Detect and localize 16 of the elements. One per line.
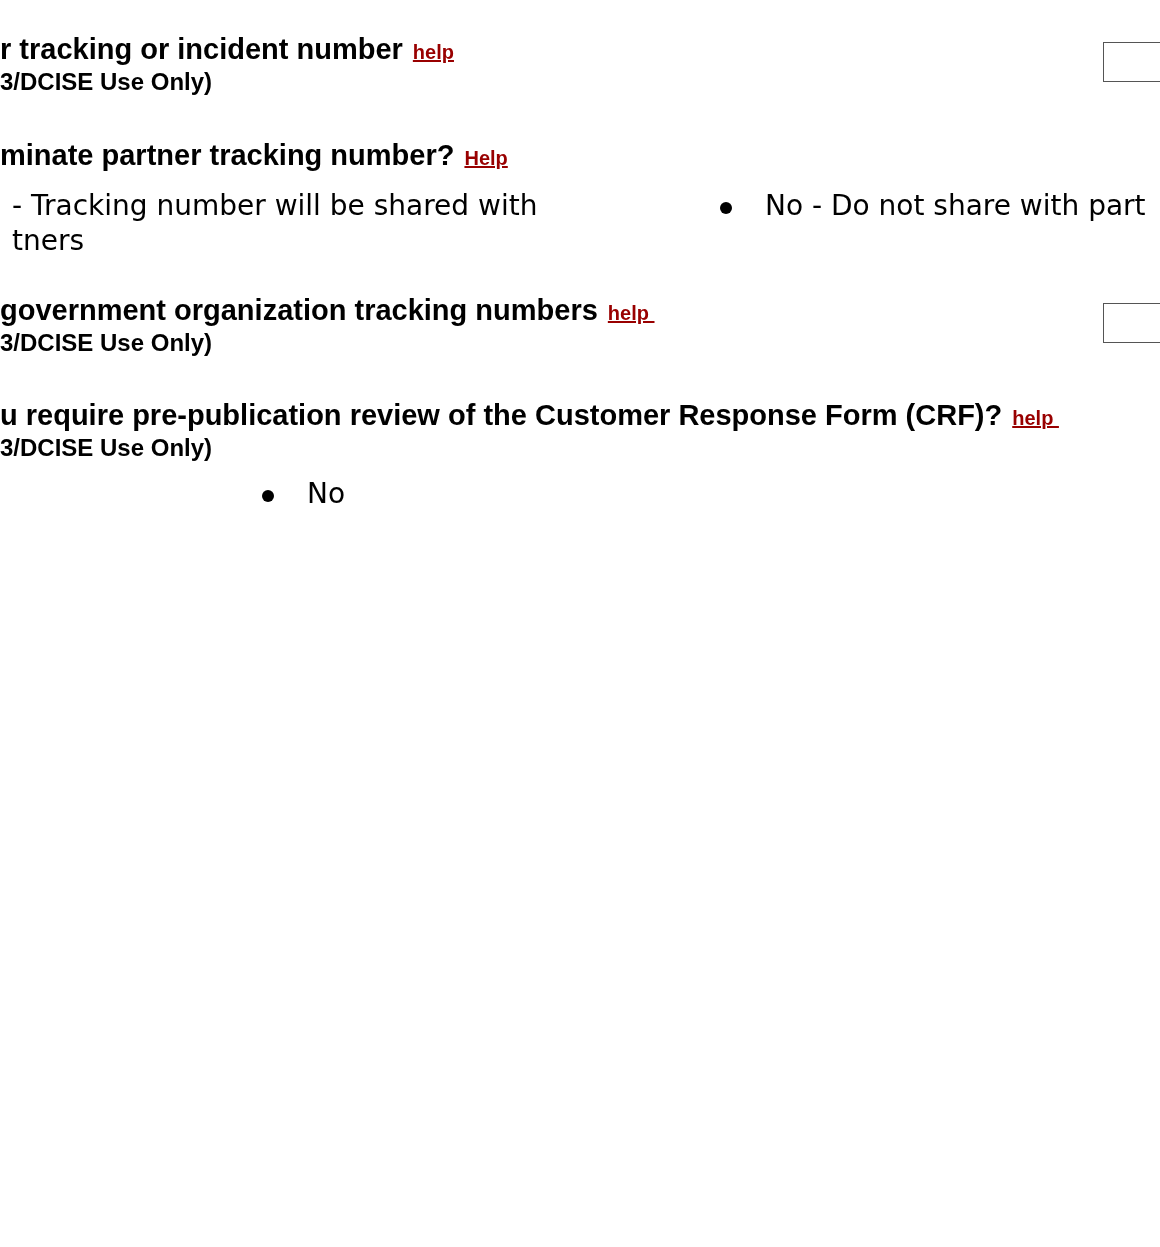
question-label: minate partner tracking number? (0, 138, 455, 173)
question-label: u require pre-publication review of the Customer Response Form (CRF)? (0, 398, 1003, 433)
note-text: 3/DCISE Use Only) (0, 329, 214, 357)
help-link[interactable]: help (1012, 403, 1059, 433)
note-text: 3/DCISE Use Only) (0, 68, 214, 96)
note-text: 3/DCISE Use Only) (0, 434, 214, 462)
question-label: r tracking or incident number (0, 32, 403, 67)
bullet-icon (720, 202, 732, 214)
option-label: No - Do not share with part (765, 188, 1146, 223)
option-label: - Tracking number will be shared with tners (12, 188, 538, 258)
help-link[interactable]: help (412, 37, 454, 67)
bullet-icon (262, 490, 274, 502)
option-label: No (307, 476, 346, 511)
help-link[interactable]: help (607, 298, 655, 328)
help-link[interactable]: Help (464, 143, 508, 173)
question-label: government organization tracking numbers (0, 293, 598, 328)
